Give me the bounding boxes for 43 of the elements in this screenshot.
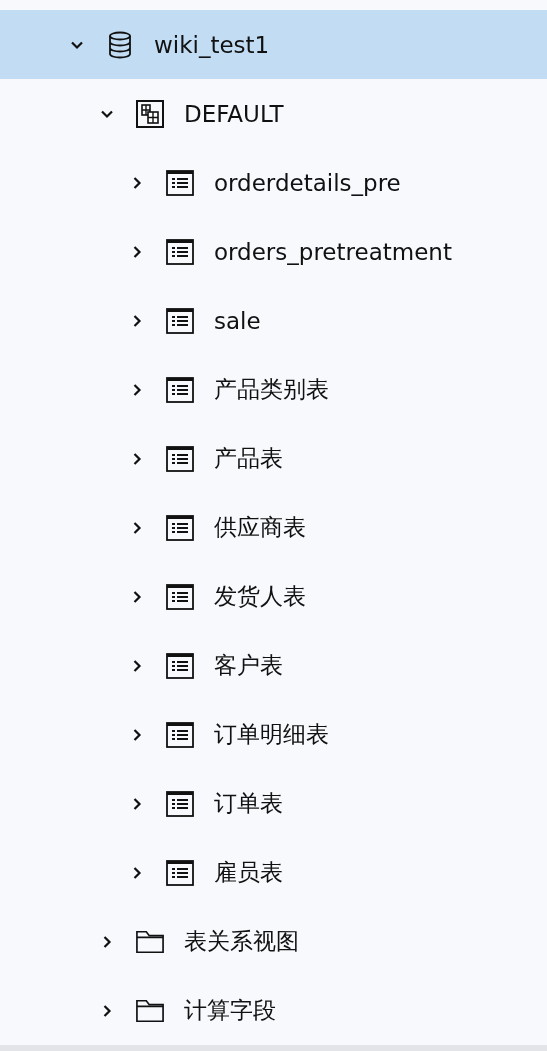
table-icon [166,237,194,266]
table-icon [166,720,194,749]
tree-item-label: sale [214,307,261,334]
table-icon [166,375,194,404]
tree-item[interactable]: 雇员表 [0,838,547,907]
tree-item[interactable]: orderdetails_pre [0,148,547,217]
tree-item-label: orderdetails_pre [214,169,401,196]
tree-item-label: DEFAULT [184,100,284,127]
tree-item-label: 订单表 [214,789,283,818]
table-icon [166,582,194,611]
tree-item[interactable]: sale [0,286,547,355]
tree-item[interactable]: orders_pretreatment [0,217,547,286]
table-icon [166,306,194,335]
tree-item-label: orders_pretreatment [214,238,452,265]
tree-item-label: 订单明细表 [214,720,329,749]
tree-item[interactable]: 订单明细表 [0,700,547,769]
tree-item[interactable]: 产品类别表 [0,355,547,424]
tree-item[interactable]: 供应商表 [0,493,547,562]
tree-item-label: 计算字段 [184,996,276,1025]
tree-item-label: 客户表 [214,651,283,680]
table-icon [166,513,194,542]
tree-item[interactable]: DEFAULT [0,79,547,148]
tree-item-label: 表关系视图 [184,927,299,956]
tree-item-label: 发货人表 [214,582,306,611]
tree-item-label: 产品类别表 [214,375,329,404]
tree-item-label: 供应商表 [214,513,306,542]
table-icon [166,651,194,680]
database-icon [106,30,134,59]
tree-item[interactable]: 客户表 [0,631,547,700]
table-icon [166,789,194,818]
table-icon [166,858,194,887]
tree-item-label: 雇员表 [214,858,283,887]
tree-item[interactable]: wiki_test1 [0,10,547,79]
table-icon [166,168,194,197]
tree-item-label: 产品表 [214,444,283,473]
tree-item[interactable]: 产品表 [0,424,547,493]
tree-item-label: wiki_test1 [154,31,270,58]
tree-item[interactable]: 表关系视图 [0,907,547,976]
tree-item[interactable]: 发货人表 [0,562,547,631]
tree-item[interactable]: 计算字段 [0,976,547,1045]
schema-icon [136,99,164,128]
tree-item[interactable]: 订单表 [0,769,547,838]
table-icon [166,444,194,473]
